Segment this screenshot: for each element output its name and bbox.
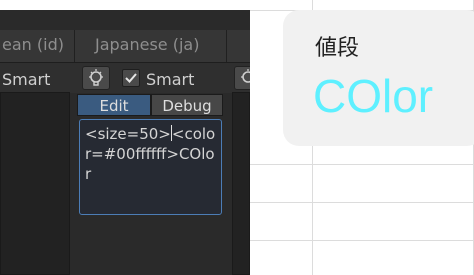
- preview-card: 値段 COlor: [283, 10, 474, 146]
- smart-label-left: Smart: [2, 70, 51, 89]
- grid-line: [250, 240, 474, 241]
- smart-settings-button-next[interactable]: [234, 66, 250, 90]
- column-separator[interactable]: [74, 30, 75, 62]
- localization-editor-panel: ean (id) Japanese (ja) Smart Smart Edit …: [0, 10, 250, 275]
- smart-settings-button[interactable]: [82, 66, 110, 90]
- tab-edit[interactable]: Edit: [77, 94, 151, 116]
- smart-checkbox[interactable]: [122, 69, 140, 87]
- checkmark-icon: [125, 73, 137, 83]
- column-header-row: ean (id) Japanese (ja): [0, 30, 250, 63]
- lightbulb-gear-icon: [241, 69, 250, 83]
- preview-value: COlor: [313, 70, 434, 122]
- tab-debug[interactable]: Debug: [151, 94, 223, 116]
- right-column-cell: [232, 92, 250, 275]
- screenshot-root: 値段 COlor ean (id) Japanese (ja) Smart Sm…: [0, 0, 474, 275]
- column-header-left[interactable]: ean (id): [2, 35, 64, 54]
- grid-line: [250, 164, 474, 165]
- column-header-japanese[interactable]: Japanese (ja): [95, 35, 199, 54]
- column-toolbar-row: Smart Smart: [0, 63, 250, 93]
- preview-label: 値段: [315, 36, 360, 61]
- column-separator[interactable]: [226, 30, 227, 62]
- translation-text-input[interactable]: <size=50><color=#00ffffff>COlor: [79, 119, 222, 215]
- smart-label: Smart: [146, 70, 195, 89]
- text-before-caret: <size=50>: [85, 125, 171, 143]
- lightbulb-gear-icon: [89, 69, 103, 86]
- left-column-cell: [0, 92, 70, 275]
- grid-line: [250, 202, 474, 203]
